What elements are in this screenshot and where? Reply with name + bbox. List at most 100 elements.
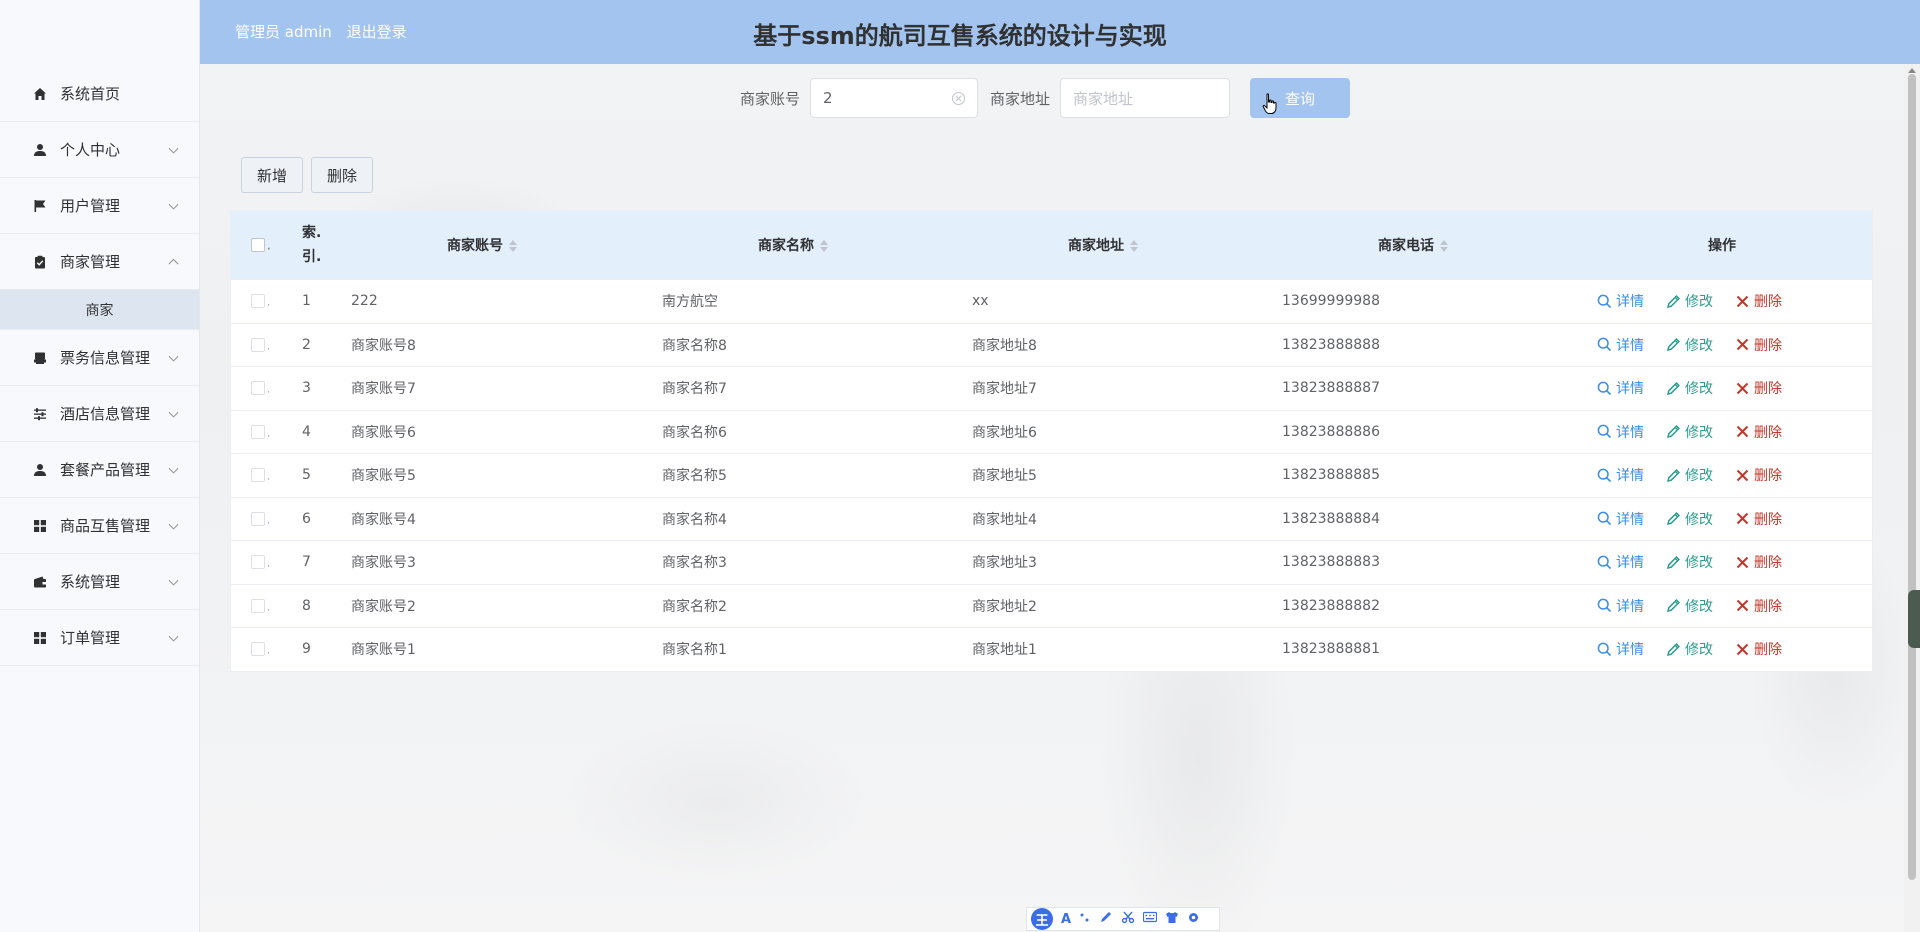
sidebar-item-ticket-management[interactable]: 票务信息管理 [0, 330, 199, 386]
header-phone[interactable]: 商家电话 [1378, 235, 1448, 255]
sidebar-item-user-management[interactable]: 用户管理 [0, 178, 199, 234]
row-checkbox[interactable] [251, 424, 265, 439]
add-button[interactable]: 新增 [241, 157, 304, 193]
detail-button[interactable]: 详情 [1597, 378, 1644, 398]
flag-icon [32, 198, 48, 214]
row-checkbox[interactable] [251, 337, 265, 352]
sidebar-item-goods-resale-management[interactable]: 商品互售管理 [0, 498, 199, 554]
detail-button[interactable]: 详情 [1597, 596, 1644, 616]
sidebar-item-package-management[interactable]: 套餐产品管理 [0, 442, 199, 498]
bulk-delete-button[interactable]: 删除 [311, 157, 374, 193]
header-index-line2: 引. [302, 249, 322, 265]
delete-button[interactable]: 删除 [1735, 552, 1782, 572]
edit-label: 修改 [1685, 598, 1713, 615]
delete-button[interactable]: 删除 [1735, 335, 1782, 355]
sidebar-item-personal-center[interactable]: 个人中心 [0, 122, 199, 178]
close-icon [1736, 556, 1749, 568]
detail-label: 详情 [1616, 381, 1644, 398]
gear-icon[interactable] [1187, 911, 1200, 928]
detail-button[interactable]: 详情 [1597, 639, 1644, 659]
checkbox-ellipsis: . [267, 471, 271, 483]
pencil-icon [1666, 468, 1680, 482]
delete-button[interactable]: 删除 [1735, 422, 1782, 442]
detail-button[interactable]: 详情 [1597, 465, 1644, 485]
header-name[interactable]: 商家名称 [758, 235, 828, 255]
search-icon [1597, 642, 1612, 656]
cell-index: 3 [302, 380, 311, 397]
edit-button[interactable]: 修改 [1666, 335, 1713, 355]
detail-button[interactable]: 详情 [1597, 552, 1644, 572]
delete-label: 删除 [1754, 468, 1782, 485]
sidebar-item-hotel-management[interactable]: 酒店信息管理 [0, 386, 199, 442]
shirt-icon[interactable] [1165, 911, 1179, 928]
checkbox-ellipsis: . [267, 645, 271, 657]
sort-icon[interactable] [1440, 240, 1448, 252]
detail-button[interactable]: 详情 [1597, 335, 1644, 355]
detail-button[interactable]: 详情 [1597, 291, 1644, 311]
delete-button[interactable]: 删除 [1735, 639, 1782, 659]
punctuation-icon[interactable] [1079, 911, 1091, 927]
keyboard-icon[interactable] [1142, 911, 1158, 927]
edit-button[interactable]: 修改 [1666, 552, 1713, 572]
sidebar-item-order-management[interactable]: 订单管理 [0, 610, 199, 666]
table-header: . 索. 引. 商家账号 商家名称 商家地址 商家电话 操作 [231, 211, 1872, 279]
edit-button[interactable]: 修改 [1666, 378, 1713, 398]
address-input[interactable]: 商家地址 [1060, 78, 1231, 118]
scissors-icon[interactable] [1121, 910, 1135, 928]
pen-icon[interactable] [1099, 910, 1113, 928]
sort-icon[interactable] [1130, 240, 1138, 252]
page-title: 基于ssm的航司互售系统的设计与实现 [753, 22, 1167, 50]
delete-button[interactable]: 删除 [1735, 509, 1782, 529]
table-row: . 4 商家账号6 商家名称6 商家地址6 13823888886 详情 修改 … [231, 409, 1872, 454]
cell-index: 8 [302, 597, 311, 614]
row-checkbox[interactable] [251, 598, 265, 613]
font-icon[interactable]: A [1061, 912, 1071, 927]
row-checkbox[interactable] [251, 511, 265, 526]
side-panel-handle[interactable] [1908, 590, 1920, 648]
edit-button[interactable]: 修改 [1666, 465, 1713, 485]
search-icon [1597, 381, 1612, 395]
cell-phone: 13823888882 [1282, 597, 1380, 614]
delete-button[interactable]: 删除 [1735, 378, 1782, 398]
ime-logo[interactable]: 王 [1031, 908, 1053, 930]
page-scrollbar[interactable] [1904, 64, 1920, 932]
edit-button[interactable]: 修改 [1666, 596, 1713, 616]
edit-button[interactable]: 修改 [1666, 509, 1713, 529]
row-checkbox[interactable] [251, 294, 265, 309]
delete-button[interactable]: 删除 [1735, 465, 1782, 485]
scrollbar-thumb[interactable] [1908, 74, 1916, 880]
select-all-checkbox[interactable] [251, 238, 265, 252]
header-account[interactable]: 商家账号 [447, 235, 517, 255]
account-input[interactable]: 2 [810, 78, 979, 118]
row-checkbox[interactable] [251, 381, 265, 396]
edit-button[interactable]: 修改 [1666, 639, 1713, 659]
table-row: . 6 商家账号4 商家名称4 商家地址4 13823888884 详情 修改 … [231, 496, 1872, 541]
sidebar-item-system-management[interactable]: 系统管理 [0, 554, 199, 610]
cell-index: 5 [302, 467, 311, 484]
account-label: 商家账号 [740, 89, 801, 108]
sidebar-item-merchant-management[interactable]: 商家管理 [0, 234, 199, 290]
edit-button[interactable]: 修改 [1666, 422, 1713, 442]
edit-button[interactable]: 修改 [1666, 291, 1713, 311]
row-checkbox[interactable] [251, 642, 265, 657]
clear-icon[interactable] [952, 91, 966, 105]
cell-index: 9 [302, 641, 311, 658]
delete-button[interactable]: 删除 [1735, 596, 1782, 616]
search-bar: 商家账号 2 商家地址 商家地址 查询 [740, 78, 1351, 118]
delete-button[interactable]: 删除 [1735, 291, 1782, 311]
sidebar-subitem-merchant[interactable]: 商家 [0, 290, 199, 330]
checkbox-ellipsis: . [267, 428, 271, 440]
cell-account: 商家账号8 [351, 337, 416, 354]
sliders-icon [32, 406, 48, 422]
sidebar-item-home[interactable]: 系统首页 [0, 66, 199, 122]
row-checkbox[interactable] [251, 555, 265, 570]
sort-icon[interactable] [509, 240, 517, 252]
detail-button[interactable]: 详情 [1597, 422, 1644, 442]
scroll-up-arrow-icon[interactable] [1908, 68, 1916, 73]
pencil-icon [1666, 512, 1680, 526]
header-address[interactable]: 商家地址 [1068, 235, 1138, 255]
sort-icon[interactable] [820, 240, 828, 252]
row-checkbox[interactable] [251, 468, 265, 483]
header-name-label: 商家名称 [758, 238, 814, 254]
detail-button[interactable]: 详情 [1597, 509, 1644, 529]
